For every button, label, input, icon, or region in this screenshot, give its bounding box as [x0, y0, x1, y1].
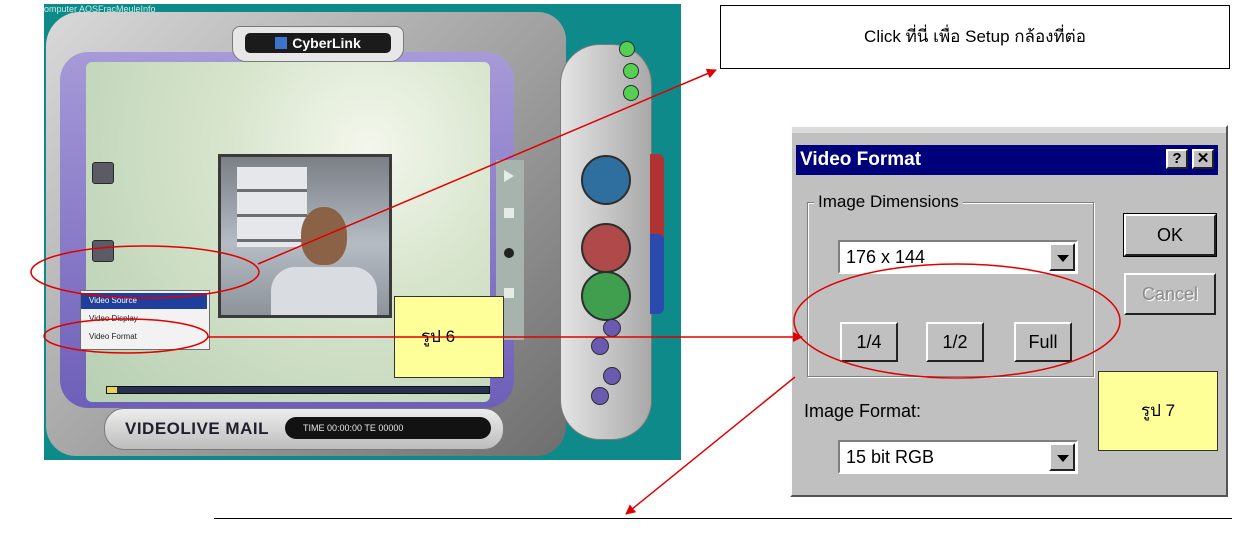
image-format-value: 15 bit RGB [846, 447, 935, 467]
horizontal-rule [214, 518, 1232, 519]
tools-dial-icon[interactable] [581, 271, 631, 321]
videolive-mail-brand: VIDEOLIVE MAIL [125, 419, 269, 438]
dimensions-value: 176 x 144 [846, 247, 926, 267]
cyberlink-logo: CyberLink [245, 33, 391, 53]
red-side-tab[interactable] [650, 154, 664, 244]
pause-icon[interactable] [504, 288, 514, 298]
image-dimensions-label: Image Dimensions [814, 191, 963, 213]
mail-dial-icon[interactable] [581, 223, 631, 273]
live-video-feed [218, 154, 392, 318]
progress-fill [107, 387, 117, 393]
settings-button[interactable] [92, 240, 114, 262]
progress-bar[interactable] [106, 386, 490, 394]
stop-icon[interactable] [504, 208, 514, 218]
half-size-button[interactable]: 1/2 [926, 322, 984, 362]
brightness-up-icon[interactable] [603, 367, 621, 385]
quarter-size-button[interactable]: 1/4 [840, 322, 898, 362]
brand-ribbon: CyberLink [232, 26, 404, 62]
cyberlink-logo-icon [275, 37, 288, 49]
help-icon[interactable]: ? [1166, 149, 1188, 169]
person-body [271, 267, 377, 315]
image-format-label: Image Format: [804, 401, 922, 421]
camera-icon[interactable] [92, 162, 114, 184]
close-icon[interactable]: ✕ [1192, 149, 1214, 169]
image-format-select[interactable]: 15 bit RGB [838, 440, 1078, 474]
indicator-light-2 [623, 63, 639, 79]
status-bar: VIDEOLIVE MAIL TIME 00:00:00 TE 00000 [104, 408, 504, 450]
control-handle [560, 41, 652, 440]
dialog-title: Video Format [800, 149, 922, 170]
record-icon[interactable] [504, 248, 514, 258]
volume-down-icon[interactable] [591, 337, 609, 355]
cyberlink-screenshot: omputer AOSFracMeuleInfo Video Source Vi… [44, 4, 681, 460]
dialog-top-strip [792, 127, 1226, 133]
full-size-button[interactable]: Full [1014, 322, 1072, 362]
figure-6-label: รูป 6 [394, 296, 504, 378]
blue-side-tab[interactable] [650, 234, 664, 314]
time-counter: TIME 00:00:00 TE 00000 [285, 417, 491, 439]
videolive-device-body: Video Source Video Display Video Format … [46, 12, 566, 456]
side-button-column [92, 122, 114, 292]
dimensions-select[interactable]: 176 x 144 [838, 240, 1078, 274]
ok-button[interactable]: OK [1123, 213, 1217, 257]
person-head [301, 207, 347, 265]
brightness-down-icon[interactable] [591, 387, 609, 405]
menu-item-video-display[interactable]: Video Display [81, 311, 207, 327]
snapshot-dial-icon[interactable] [581, 155, 631, 205]
volume-up-icon[interactable] [603, 319, 621, 337]
setup-callout: Click ที่นี่ เพื่อ Setup กล้องที่ต่อ [720, 5, 1230, 69]
cancel-button[interactable]: Cancel [1124, 273, 1216, 315]
dialog-titlebar: Video Format ? ✕ [796, 145, 1218, 175]
video-settings-menu: Video Source Video Display Video Format [80, 290, 210, 350]
figure-7-label: รูป 7 [1098, 371, 1218, 451]
play-icon[interactable] [504, 170, 514, 182]
indicator-light-3 [623, 85, 639, 101]
bookshelf-background [237, 167, 307, 247]
chevron-down-icon[interactable] [1049, 243, 1075, 271]
cyberlink-logo-text: CyberLink [292, 35, 361, 51]
menu-item-video-format[interactable]: Video Format [81, 329, 207, 345]
menu-item-video-source[interactable]: Video Source [81, 293, 207, 309]
indicator-light-1 [619, 41, 635, 57]
chevron-down-icon[interactable] [1049, 443, 1075, 471]
